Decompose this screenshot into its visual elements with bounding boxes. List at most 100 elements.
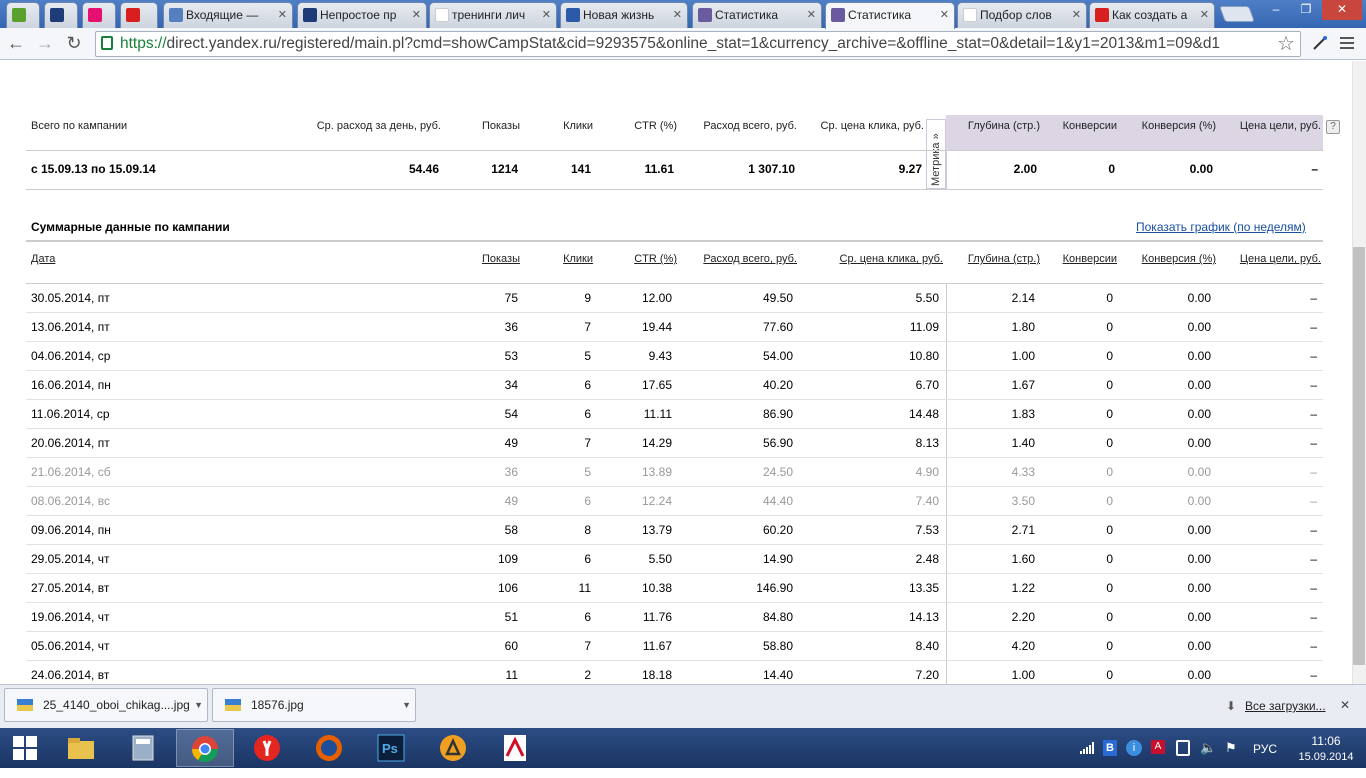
cell-ctr: 19.44 bbox=[641, 320, 672, 334]
cell-conversions: 0 bbox=[1106, 465, 1113, 479]
cell-conv-rate: 0.00 bbox=[1187, 610, 1211, 624]
close-tab-icon[interactable]: ✕ bbox=[542, 3, 551, 27]
close-tab-icon[interactable]: ✕ bbox=[940, 3, 949, 27]
aimp-icon[interactable] bbox=[424, 729, 482, 767]
download-filename: 18576.jpg bbox=[251, 698, 304, 712]
adobe-tray-icon[interactable]: A bbox=[1151, 740, 1165, 754]
close-tab-icon[interactable]: ✕ bbox=[1072, 3, 1081, 27]
tab[interactable]: Как создать а ✕ bbox=[1089, 2, 1215, 28]
cell-shows: 109 bbox=[497, 552, 518, 566]
tab[interactable] bbox=[120, 2, 158, 28]
chevron-down-icon[interactable]: ▼ bbox=[402, 689, 411, 721]
tab[interactable]: Входящие — ✕ bbox=[163, 2, 293, 28]
col-header-spend[interactable]: Расход всего, руб. bbox=[680, 253, 797, 265]
col-header-date[interactable]: Дата bbox=[31, 253, 55, 265]
col-header-ctr[interactable]: CTR (%) bbox=[610, 253, 677, 265]
clock-date[interactable]: 15.09.2014 bbox=[1296, 751, 1356, 763]
extension-icon[interactable] bbox=[1312, 35, 1328, 51]
yandex-browser-icon[interactable] bbox=[238, 729, 296, 767]
chevron-down-icon[interactable]: ▼ bbox=[194, 689, 203, 721]
photoshop-icon[interactable]: Ps bbox=[362, 729, 420, 767]
metrika-toggle-button[interactable]: Метрика » bbox=[926, 119, 946, 189]
tab[interactable] bbox=[82, 2, 116, 28]
new-tab-button[interactable] bbox=[1219, 6, 1255, 22]
close-download-bar-button[interactable]: ✕ bbox=[1340, 698, 1350, 712]
tab[interactable]: Непростое пр ✕ bbox=[297, 2, 427, 28]
reload-button[interactable]: ↻ bbox=[62, 32, 86, 56]
clock-time[interactable]: 11:06 bbox=[1296, 734, 1356, 748]
tab[interactable]: тренинги лич ✕ bbox=[429, 2, 557, 28]
summary-header-avg-day: Ср. расход за день, руб. bbox=[316, 120, 441, 132]
firefox-icon[interactable] bbox=[300, 729, 358, 767]
col-header-goal-cost[interactable]: Цена цели, руб. bbox=[1225, 253, 1321, 265]
cell-goal-cost: – bbox=[1310, 639, 1317, 653]
cell-conv-rate: 0.00 bbox=[1187, 436, 1211, 450]
col-header-clicks[interactable]: Клики bbox=[530, 253, 593, 265]
help-icon[interactable]: ? bbox=[1326, 120, 1340, 134]
chrome-icon[interactable] bbox=[176, 729, 234, 767]
cell-clicks: 6 bbox=[584, 552, 591, 566]
network-signal-icon[interactable] bbox=[1080, 742, 1094, 754]
summary-period: с 15.09.13 по 15.09.14 bbox=[31, 162, 156, 176]
volume-icon[interactable]: 🔈 bbox=[1200, 740, 1216, 756]
show-graph-link[interactable]: Показать график (по неделям) bbox=[1136, 220, 1306, 234]
close-tab-icon[interactable]: ✕ bbox=[1200, 3, 1209, 27]
forward-button[interactable]: → bbox=[33, 32, 57, 56]
minimize-button[interactable]: – bbox=[1262, 0, 1290, 20]
scrollbar-thumb[interactable] bbox=[1353, 247, 1365, 665]
device-icon[interactable] bbox=[1176, 740, 1190, 756]
col-header-conv-rate[interactable]: Конверсия (%) bbox=[1125, 253, 1216, 265]
cell-cpc: 13.35 bbox=[908, 581, 939, 595]
tab[interactable] bbox=[44, 2, 78, 28]
cell-depth: 2.20 bbox=[1011, 610, 1035, 624]
vk-icon[interactable]: B bbox=[1103, 740, 1117, 756]
col-header-depth[interactable]: Глубина (стр.) bbox=[950, 253, 1040, 265]
menu-icon[interactable] bbox=[1340, 36, 1354, 50]
col-header-shows[interactable]: Показы bbox=[450, 253, 520, 265]
close-tab-icon[interactable]: ✕ bbox=[278, 3, 287, 27]
tab[interactable]: Новая жизнь ✕ bbox=[560, 2, 688, 28]
restore-button[interactable]: ❐ bbox=[1292, 0, 1320, 20]
tab[interactable] bbox=[6, 2, 40, 28]
table-row: 09.06.2014, пн 58 8 13.79 60.20 7.53 2.71 0 0.00… bbox=[26, 516, 1323, 545]
download-item[interactable]: 25_4140_oboi_chikag....jpg ▼ bbox=[4, 688, 208, 722]
svg-text:Ps: Ps bbox=[382, 741, 398, 756]
explorer-icon[interactable] bbox=[52, 729, 110, 767]
cell-cpc: 4.90 bbox=[915, 465, 939, 479]
tab[interactable]: Статистика ✕ bbox=[825, 2, 955, 29]
calculator-icon[interactable] bbox=[114, 729, 172, 767]
table-row: 08.06.2014, вс 49 6 12.24 44.40 7.40 3.50 0 0.00… bbox=[26, 487, 1323, 516]
cell-clicks: 2 bbox=[584, 668, 591, 682]
cell-ctr: 11.11 bbox=[643, 407, 672, 421]
cell-conversions: 0 bbox=[1106, 610, 1113, 624]
acrobat-icon[interactable] bbox=[486, 729, 544, 767]
cell-depth: 1.40 bbox=[1011, 436, 1035, 450]
windows-start-icon[interactable] bbox=[0, 729, 50, 767]
tab[interactable]: Подбор слов ✕ bbox=[957, 2, 1087, 28]
tab[interactable]: Статистика ✕ bbox=[692, 2, 822, 28]
chart-icon bbox=[963, 8, 977, 22]
close-tab-icon[interactable]: ✕ bbox=[673, 3, 682, 27]
close-tab-icon[interactable]: ✕ bbox=[807, 3, 816, 27]
cell-goal-cost: – bbox=[1310, 349, 1317, 363]
bookmark-star-icon[interactable]: ☆ bbox=[1277, 31, 1295, 56]
summary-clicks: 141 bbox=[570, 162, 591, 176]
col-header-cpc[interactable]: Ср. цена клика, руб. bbox=[800, 253, 943, 265]
close-window-button[interactable]: ✕ bbox=[1322, 0, 1362, 20]
language-indicator[interactable]: РУС bbox=[1253, 742, 1277, 756]
download-item[interactable]: 18576.jpg ▼ bbox=[212, 688, 416, 722]
back-button[interactable]: ← bbox=[4, 32, 28, 56]
cell-depth: 1.00 bbox=[1011, 349, 1035, 363]
all-downloads-link[interactable]: Все загрузки... bbox=[1245, 699, 1326, 713]
close-tab-icon[interactable]: ✕ bbox=[412, 3, 421, 27]
cell-ctr: 17.65 bbox=[641, 378, 672, 392]
cell-depth: 1.00 bbox=[1011, 668, 1035, 682]
cell-shows: 60 bbox=[504, 639, 518, 653]
flag-icon[interactable]: ⚑ bbox=[1225, 740, 1237, 756]
summary-header-ctr: CTR (%) bbox=[634, 120, 677, 132]
info-icon[interactable]: i bbox=[1126, 740, 1142, 756]
cell-shows: 34 bbox=[504, 378, 518, 392]
address-bar[interactable]: https://direct.yandex.ru/registered/main… bbox=[95, 31, 1301, 57]
table-row: 24.06.2014, вт 11 2 18.18 14.40 7.20 1.00 0 0.00… bbox=[26, 661, 1323, 684]
col-header-conversions[interactable]: Конверсии bbox=[1050, 253, 1117, 265]
